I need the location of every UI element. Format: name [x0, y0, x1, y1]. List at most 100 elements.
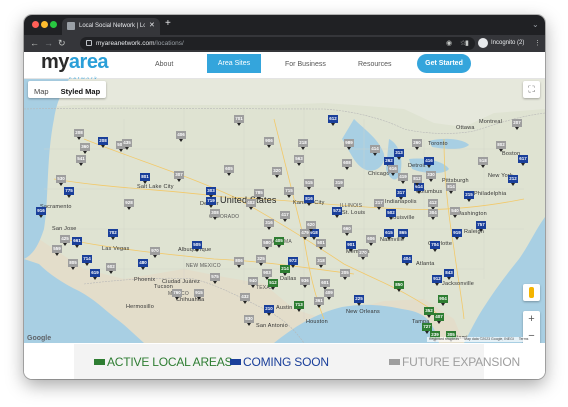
location-pin-soon[interactable]: 843 — [444, 269, 454, 280]
location-pin-future[interactable]: 601 — [320, 279, 330, 290]
location-pin-future[interactable]: 563 — [294, 155, 304, 166]
browser-menu-icon[interactable]: ⋮ — [534, 39, 541, 48]
location-pin-future[interactable]: 208 — [74, 129, 84, 140]
location-pin-future[interactable]: 518 — [478, 157, 488, 168]
location-pin-future[interactable]: 530 — [56, 175, 66, 186]
location-pin-soon[interactable]: 617 — [518, 155, 528, 166]
location-pin-future[interactable]: 307 — [174, 171, 184, 182]
location-pin-future[interactable]: 608 — [342, 159, 352, 170]
side-panel-icon[interactable]: ▮ — [465, 39, 469, 48]
location-pin-future[interactable]: 217 — [374, 199, 384, 210]
location-pin-future[interactable]: 304 — [428, 209, 438, 220]
location-pin-soon[interactable]: 212 — [508, 175, 518, 186]
location-pin-active[interactable]: 405 — [274, 237, 284, 248]
terms-link[interactable]: Terms — [519, 337, 529, 341]
location-pin-future[interactable]: 760 — [172, 289, 182, 300]
location-pin-soon[interactable]: 865 — [398, 229, 408, 240]
location-pin-soon[interactable]: 210 — [264, 305, 274, 316]
location-pin-soon[interactable]: 919 — [452, 229, 462, 240]
location-pin-soon[interactable]: 901 — [346, 241, 356, 252]
location-pin-soon[interactable]: 573 — [332, 207, 342, 218]
location-pin-future[interactable]: 602 — [106, 263, 116, 274]
location-pin-future[interactable]: 501 — [316, 239, 326, 250]
location-pin-future[interactable]: 419 — [398, 173, 408, 184]
location-pin-soon[interactable]: 480 — [138, 259, 148, 270]
location-pin-future[interactable]: 409 — [324, 289, 334, 300]
map-type-map[interactable]: Map — [28, 83, 55, 100]
location-pin-future[interactable]: 936 — [300, 277, 310, 288]
location-pin-soon[interactable]: 404 — [402, 255, 412, 266]
location-pin-active[interactable]: 214 — [280, 265, 290, 276]
location-pin-future[interactable]: 715 — [284, 187, 294, 198]
get-started-button[interactable]: Get Started — [417, 54, 471, 73]
location-pin-future[interactable]: 406 — [176, 131, 186, 142]
location-pin-future[interactable]: 606 — [366, 235, 376, 246]
location-pin-future[interactable]: 620 — [306, 221, 316, 232]
location-pin-soon[interactable]: 303 — [206, 187, 216, 198]
location-pin-soon[interactable]: 262 — [384, 157, 394, 168]
address-bar[interactable]: myareanetwork.com/locations/ ◉ ☆ — [80, 37, 475, 50]
fullscreen-icon[interactable]: ⛶ — [523, 81, 540, 98]
location-pin-future[interactable]: 660 — [342, 225, 352, 236]
nav-about-link[interactable]: About — [155, 60, 173, 69]
zoom-in-button[interactable]: + — [523, 311, 540, 328]
location-pin-soon[interactable]: 502 — [386, 209, 396, 220]
tab-close-icon[interactable]: ✕ — [149, 21, 155, 30]
location-pin-soon[interactable]: 972 — [288, 257, 298, 268]
location-pin-future[interactable]: 903 — [262, 269, 272, 280]
location-pin-future[interactable]: 605 — [224, 165, 234, 176]
location-pin-future[interactable]: 432 — [240, 293, 250, 304]
location-pin-active[interactable]: 352 — [424, 307, 434, 318]
location-pin-soon[interactable]: 313 — [394, 149, 404, 160]
location-pin-future[interactable]: 806 — [234, 257, 244, 268]
location-pin-soon[interactable]: 505 — [192, 241, 202, 252]
location-pin-soon[interactable]: 208 — [98, 137, 108, 148]
location-pin-future[interactable]: 989 — [344, 139, 354, 150]
location-pin-future[interactable]: 915 — [194, 289, 204, 300]
location-pin-future[interactable]: 435 — [122, 139, 132, 150]
tab-search-icon[interactable]: ⌄ — [532, 20, 539, 29]
street-view-pegman-icon[interactable] — [523, 284, 540, 301]
location-pin-future[interactable]: 316 — [264, 219, 274, 230]
location-pin-active[interactable]: 512 — [268, 279, 278, 290]
reload-button[interactable]: ↻ — [58, 38, 66, 48]
location-pin-future[interactable]: 540 — [450, 207, 460, 218]
location-pin-future[interactable]: 802 — [496, 141, 506, 152]
location-pin-future[interactable]: 970 — [150, 247, 160, 258]
location-pin-future[interactable]: 207 — [512, 119, 522, 130]
close-window-button[interactable] — [32, 21, 39, 28]
location-pin-soon[interactable]: 757 — [476, 221, 486, 232]
location-pin-future[interactable]: 319 — [334, 179, 344, 190]
location-pin-future[interactable]: 205 — [340, 269, 350, 280]
location-pin-future[interactable]: 580 — [262, 239, 272, 250]
location-pin-future[interactable]: 414 — [370, 145, 380, 156]
location-pin-soon[interactable]: 702 — [108, 229, 118, 240]
location-pin-future[interactable]: 812 — [412, 175, 422, 186]
location-pin-soon[interactable]: 661 — [72, 237, 82, 248]
location-pin-future[interactable]: 616 — [388, 165, 398, 176]
location-pin-active[interactable]: 904 — [438, 295, 448, 306]
map-type-styled[interactable]: Styled Map — [55, 83, 107, 100]
location-pin-future[interactable]: 805 — [68, 259, 78, 270]
location-pin-future[interactable]: 308 — [210, 209, 220, 220]
location-pin-active[interactable]: 727 — [422, 323, 432, 334]
location-pin-future[interactable]: 814 — [446, 183, 456, 194]
location-pin-future[interactable]: 575 — [210, 273, 220, 284]
locations-map[interactable]: United States MEXICO COLORADO NEW MEXICO… — [24, 79, 545, 343]
location-pin-future[interactable]: 830 — [244, 315, 254, 326]
location-pin-future[interactable]: 412 — [428, 199, 438, 210]
location-pin-future[interactable]: 325 — [256, 255, 266, 266]
location-pin-soon[interactable]: 704 — [430, 241, 440, 252]
minimize-window-button[interactable] — [41, 21, 48, 28]
back-button[interactable]: ← — [30, 38, 39, 48]
site-logo[interactable]: myarea network — [41, 52, 109, 81]
forward-button[interactable]: → — [44, 38, 53, 48]
location-pin-future[interactable]: 361 — [314, 297, 324, 308]
location-pin-future[interactable]: 928 — [124, 199, 134, 210]
location-pin-future[interactable]: 559 — [52, 245, 62, 256]
location-pin-future[interactable]: 260 — [412, 139, 422, 150]
location-pin-soon[interactable]: 615 — [384, 229, 394, 240]
location-pin-soon[interactable]: 612 — [328, 115, 338, 126]
location-pin-future[interactable]: 701 — [234, 115, 244, 126]
location-pin-future[interactable]: 785 — [254, 189, 264, 200]
